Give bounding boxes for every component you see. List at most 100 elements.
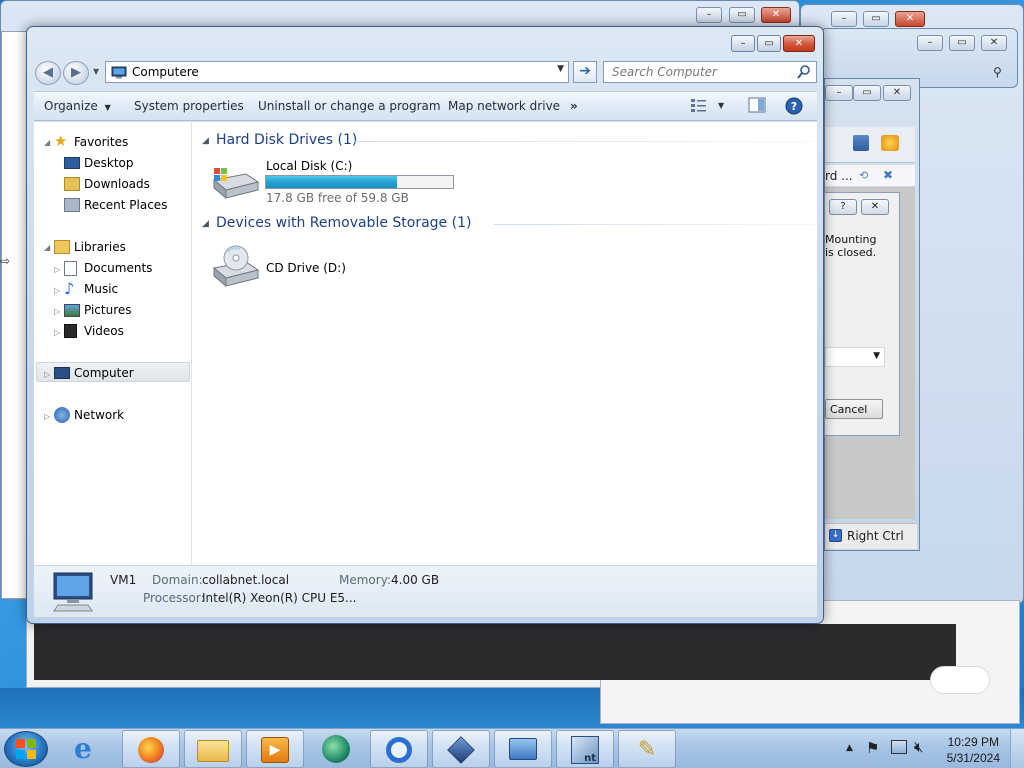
bg3-maximize-button[interactable]: ▭ bbox=[949, 35, 975, 51]
nav-music[interactable]: Music bbox=[84, 282, 118, 296]
address-bar[interactable]: Computere ▼ bbox=[105, 61, 569, 83]
change-view-icon[interactable] bbox=[690, 97, 708, 113]
removable-group-title[interactable]: Devices with Removable Storage (1) bbox=[216, 215, 471, 231]
vb-close-item-icon[interactable]: ✖ bbox=[883, 168, 893, 182]
network-tray-icon[interactable] bbox=[891, 740, 907, 754]
tray-overflow-icon[interactable]: ▲ bbox=[846, 743, 853, 753]
folder-icon bbox=[197, 740, 229, 762]
action-center-flag-icon[interactable]: ⚑ bbox=[866, 739, 879, 757]
drive-c-usage-fill bbox=[266, 176, 398, 188]
bg2-maximize-button[interactable]: ▭ bbox=[863, 11, 889, 27]
command-bar: Organize ▼ System properties Uninstall o… bbox=[34, 91, 817, 121]
preview-pane-icon[interactable] bbox=[748, 97, 766, 113]
drive-c-item[interactable]: Local Disk (C:) 17.8 GB free of 59.8 GB bbox=[208, 156, 468, 205]
dlg-combobox[interactable]: ▼ bbox=[825, 347, 885, 367]
forward-button[interactable]: ▶ bbox=[63, 61, 89, 85]
bg3-minimize-button[interactable]: – bbox=[917, 35, 943, 51]
libraries-expand-icon[interactable]: ◢ bbox=[44, 243, 50, 252]
start-button[interactable] bbox=[4, 731, 48, 767]
computer-expand-icon[interactable]: ▷ bbox=[44, 370, 50, 379]
taskbar-virtualbox-button[interactable] bbox=[432, 730, 490, 768]
minimize-button[interactable]: – bbox=[731, 35, 755, 52]
music-expand-icon[interactable]: ▷ bbox=[54, 286, 60, 295]
taskbar-firefox-button[interactable] bbox=[122, 730, 180, 768]
bg3-search-icon[interactable]: ⚲ bbox=[993, 65, 1002, 79]
favorites-expand-icon[interactable]: ◢ bbox=[44, 138, 50, 147]
vb-statusbar: ↓ Right Ctrl bbox=[825, 523, 917, 549]
system-clock[interactable]: 10:29 PM 5/31/2024 bbox=[947, 734, 1000, 766]
taskbar-media-button[interactable]: ▶ bbox=[246, 730, 304, 768]
bg1-minimize-button[interactable]: – bbox=[696, 7, 722, 23]
search-box[interactable]: Search Computer bbox=[603, 61, 817, 83]
uninstall-program-button[interactable]: Uninstall or change a program bbox=[258, 99, 441, 113]
vb-item-row[interactable]: rd ... ⟲ ✖ bbox=[825, 165, 915, 187]
go-button[interactable]: ➔ bbox=[573, 61, 597, 83]
bg2-minimize-button[interactable]: – bbox=[831, 11, 857, 27]
more-commands-button[interactable]: » bbox=[570, 99, 578, 113]
go-arrow-icon: ➔ bbox=[579, 63, 591, 79]
back-arrow-icon: ◀ bbox=[43, 65, 53, 80]
taskbar-ie-button[interactable]: e bbox=[60, 730, 118, 768]
dlg-help-button[interactable]: ? bbox=[829, 199, 857, 215]
search-placeholder: Search Computer bbox=[612, 65, 717, 79]
vb-maximize-button[interactable]: ▭ bbox=[853, 85, 881, 101]
maximize-button[interactable]: ▭ bbox=[757, 35, 781, 52]
pictures-icon bbox=[64, 304, 80, 317]
bg2-close-button[interactable]: ✕ bbox=[895, 11, 925, 27]
organize-button[interactable]: Organize ▼ bbox=[44, 99, 111, 113]
taskbar-chrome-button[interactable] bbox=[370, 730, 428, 768]
vb-settings-icon[interactable] bbox=[853, 135, 869, 151]
media-player-icon: ▶ bbox=[261, 737, 289, 763]
memory-value: 4.00 GB bbox=[391, 573, 440, 587]
hdd-group-title[interactable]: Hard Disk Drives (1) bbox=[216, 132, 357, 148]
drive-d-item[interactable]: CD Drive (D:) bbox=[208, 240, 388, 290]
vb-pin-icon[interactable]: ⟲ bbox=[859, 169, 868, 182]
nav-recent-places[interactable]: Recent Places bbox=[84, 198, 167, 212]
dlg-cancel-button[interactable]: Cancel bbox=[825, 399, 883, 419]
vb-minimize-button[interactable]: – bbox=[825, 85, 853, 101]
mount-dialog[interactable]: ? ✕ Mounting is closed. ▼ Cancel bbox=[824, 192, 900, 436]
nav-pictures[interactable]: Pictures bbox=[84, 303, 132, 317]
nav-computer[interactable]: Computer bbox=[74, 366, 134, 380]
nav-libraries[interactable]: Libraries bbox=[74, 240, 126, 254]
nav-videos[interactable]: Videos bbox=[84, 324, 124, 338]
taskbar-remote-button[interactable] bbox=[494, 730, 552, 768]
volume-muted-icon[interactable]: 🔇︎ bbox=[914, 738, 923, 756]
nav-downloads[interactable]: Downloads bbox=[84, 177, 150, 191]
help-icon[interactable]: ? bbox=[785, 97, 803, 115]
videos-expand-icon[interactable]: ▷ bbox=[54, 328, 60, 337]
hdd-group-collapse-icon[interactable]: ◢ bbox=[202, 136, 209, 146]
address-dropdown-icon[interactable]: ▼ bbox=[557, 64, 564, 74]
show-desktop-button[interactable] bbox=[1010, 729, 1024, 768]
bg3-close-button[interactable]: ✕ bbox=[981, 35, 1007, 51]
nav-desktop[interactable]: Desktop bbox=[84, 156, 134, 170]
vb-discard-icon[interactable] bbox=[881, 135, 899, 151]
taskbar-app-button[interactable] bbox=[308, 730, 366, 768]
close-button[interactable]: ✕ bbox=[783, 35, 815, 52]
bg1-close-button[interactable]: ✕ bbox=[761, 7, 791, 23]
pictures-expand-icon[interactable]: ▷ bbox=[54, 307, 60, 316]
map-network-drive-button[interactable]: Map network drive bbox=[448, 99, 560, 113]
dlg-close-button[interactable]: ✕ bbox=[861, 199, 889, 215]
back-button[interactable]: ◀ bbox=[35, 61, 61, 85]
history-dropdown-icon[interactable]: ▼ bbox=[93, 67, 99, 76]
search-icon[interactable] bbox=[797, 64, 811, 80]
nav-network[interactable]: Network bbox=[74, 408, 124, 422]
network-expand-icon[interactable]: ▷ bbox=[44, 412, 50, 421]
taskbar-search-app-button[interactable]: ✎ bbox=[618, 730, 676, 768]
vb-close-button[interactable]: ✕ bbox=[883, 85, 911, 101]
removable-group-collapse-icon[interactable]: ◢ bbox=[202, 219, 209, 229]
nav-favorites[interactable]: Favorites bbox=[74, 135, 128, 149]
system-properties-button[interactable]: System properties bbox=[134, 99, 244, 113]
documents-expand-icon[interactable]: ▷ bbox=[54, 265, 60, 274]
internet-explorer-icon: e bbox=[74, 732, 92, 765]
documents-icon bbox=[64, 261, 77, 276]
bg1-maximize-button[interactable]: ▭ bbox=[729, 7, 755, 23]
taskbar-nt-button[interactable]: nt bbox=[556, 730, 614, 768]
nav-documents[interactable]: Documents bbox=[84, 261, 152, 275]
explorer-window[interactable]: – ▭ ✕ ◀ ▶ ▼ Computere ▼ ➔ Search Compute… bbox=[26, 26, 824, 624]
view-options-dropdown-icon[interactable]: ▼ bbox=[718, 101, 724, 110]
virtualbox-icon bbox=[447, 736, 475, 764]
vb-toolbar bbox=[825, 127, 915, 163]
taskbar-explorer-button[interactable] bbox=[184, 730, 242, 768]
